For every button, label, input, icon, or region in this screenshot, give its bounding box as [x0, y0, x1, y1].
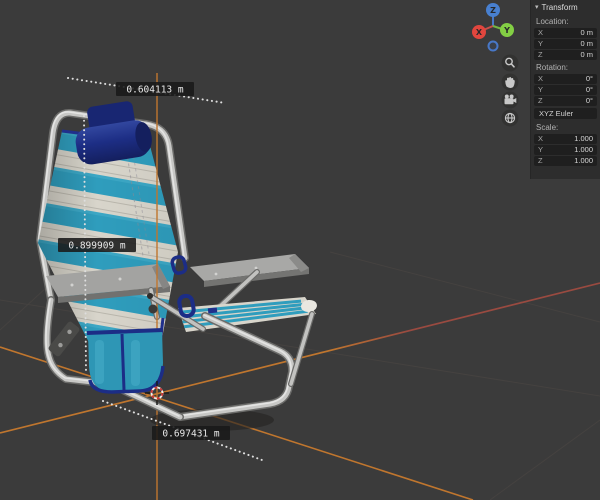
zoom-button[interactable] — [501, 54, 519, 72]
viewport-nav-buttons — [501, 54, 519, 127]
svg-text:0.697431 m: 0.697431 m — [162, 429, 219, 440]
transform-panel-header[interactable]: ▾ Transform — [531, 0, 600, 15]
rotation-z-field[interactable]: Z 0° — [534, 96, 597, 106]
location-label: Location: — [536, 17, 569, 26]
transform-panel: ▾ Transform Location: X 0 m Y 0 m Z 0 m … — [530, 0, 600, 179]
location-y-field[interactable]: Y 0 m — [534, 39, 597, 49]
gizmo-y-axis[interactable]: Y — [500, 23, 514, 37]
rotation-x-field[interactable]: X 0° — [534, 74, 597, 84]
navigation-gizmo[interactable]: Z X Y — [472, 3, 514, 52]
svg-text:Y: Y — [503, 26, 510, 35]
location-x-field[interactable]: X 0 m — [534, 28, 597, 38]
location-z-field[interactable]: Z 0 m — [534, 50, 597, 60]
ruler-label-height: 0.899909 m — [58, 238, 136, 252]
scale-label: Scale: — [536, 123, 559, 132]
ruler-label-depth: 0.697431 m — [152, 426, 230, 440]
gizmo-z-axis[interactable]: Z — [486, 3, 500, 17]
chevron-down-icon: ▾ — [535, 4, 539, 11]
scale-z-field[interactable]: Z 1.000 — [534, 156, 597, 166]
pan-button[interactable] — [501, 73, 519, 91]
perspective-grid-button[interactable] — [501, 109, 519, 127]
svg-text:Z: Z — [490, 6, 496, 15]
camera-view-button[interactable] — [501, 91, 519, 109]
panel-title: Transform — [541, 3, 578, 12]
svg-text:X: X — [476, 28, 483, 37]
blender-window: 0.604113 m 0.899909 m 0.697431 m Z X Y ▾… — [0, 0, 600, 500]
gizmo-minus-z-axis[interactable] — [487, 40, 499, 52]
svg-text:0.604113 m: 0.604113 m — [126, 85, 183, 96]
ruler-label-width: 0.604113 m — [116, 82, 194, 96]
chair-pouch — [86, 328, 165, 394]
3d-viewport[interactable]: 0.604113 m 0.899909 m 0.697431 m Z X Y — [0, 0, 600, 500]
svg-text:0.899909 m: 0.899909 m — [68, 241, 125, 252]
gizmo-x-axis[interactable]: X — [472, 25, 486, 39]
rotation-y-field[interactable]: Y 0° — [534, 85, 597, 95]
scale-y-field[interactable]: Y 1.000 — [534, 145, 597, 155]
scale-x-field[interactable]: X 1.000 — [534, 134, 597, 144]
rotation-mode-dropdown[interactable]: XYZ Euler — [534, 108, 597, 119]
rotation-label: Rotation: — [536, 63, 569, 72]
